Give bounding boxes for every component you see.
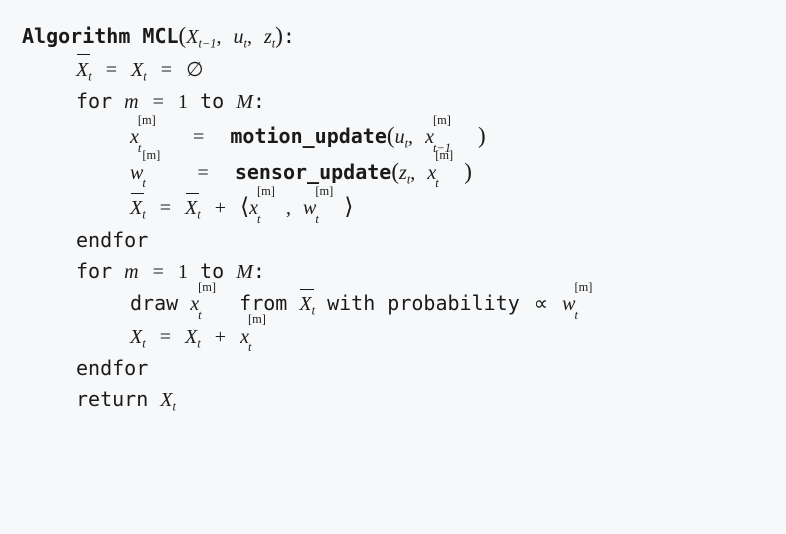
rparen: ) — [464, 159, 472, 184]
w-sub: t — [574, 306, 577, 325]
w-sup: [m] — [142, 146, 160, 165]
rparen: ) — [478, 123, 486, 148]
comma: , — [286, 197, 291, 219]
x-sup: [m] — [257, 182, 275, 201]
kw-endfor: endfor — [76, 228, 148, 252]
lparen: ( — [387, 123, 395, 148]
line-sensor-update: w[m]t = sensor_update(zt, x[m]t) — [22, 154, 764, 190]
x-sub: t — [248, 338, 251, 357]
X2: X — [185, 326, 197, 348]
plus: + — [213, 326, 228, 348]
algo-header: Algorithm MCL(Xt−1, ut, zt): — [22, 18, 764, 54]
x-sup: [m] — [198, 278, 216, 297]
for-loop-1: for m = 1 to M: — [22, 86, 764, 118]
comma: , — [216, 26, 221, 48]
w: w — [562, 293, 575, 315]
Xbar2-sub: t — [197, 208, 200, 222]
eq: = — [151, 261, 166, 283]
colon: : — [283, 24, 295, 48]
var-M: M — [236, 91, 253, 113]
x-sup: [m] — [248, 310, 266, 329]
kw-endfor: endfor — [76, 356, 148, 380]
eq2: = — [159, 59, 174, 81]
kw-return: return — [76, 387, 148, 411]
eq: = — [195, 162, 210, 184]
kw-for: for — [76, 259, 112, 283]
X: X — [160, 389, 172, 411]
colon: : — [253, 89, 265, 113]
kw-draw: draw — [130, 291, 178, 315]
x-sub: t — [435, 174, 438, 193]
x-sup: [m] — [435, 146, 453, 165]
line-draw: draw x[m]t from Xt with probability ∝ w[… — [22, 288, 764, 321]
algo-name: MCL — [142, 24, 178, 48]
fn-motion-update: motion_update — [230, 124, 387, 148]
one: 1 — [178, 91, 188, 113]
x-sub: t — [198, 306, 201, 325]
u: u — [395, 126, 405, 148]
w-sup: [m] — [574, 278, 592, 297]
X-sub: t — [173, 400, 176, 414]
comma: , — [410, 162, 415, 184]
var-m: m — [124, 261, 138, 283]
line-return: return Xt — [22, 384, 764, 417]
plus: + — [213, 197, 228, 219]
for-loop-2: for m = 1 to M: — [22, 256, 764, 288]
endfor-2: endfor — [22, 353, 764, 384]
param-z: z — [264, 26, 272, 48]
colon: : — [253, 259, 265, 283]
kw-to: to — [200, 89, 224, 113]
Xbar-sub: t — [88, 69, 91, 83]
langle: ⟨ — [240, 194, 249, 219]
Xbar: X — [76, 55, 88, 86]
X-sub: t — [143, 69, 146, 83]
Xbar-sub: t — [142, 208, 145, 222]
fn-sensor-update: sensor_update — [235, 160, 392, 184]
var-M: M — [236, 261, 253, 283]
eq: = — [104, 59, 119, 81]
Xbar: X — [130, 193, 142, 224]
line-motion-update: x[m]t = motion_update(ut, x[m]t−1) — [22, 118, 764, 154]
X: X — [131, 59, 143, 81]
eq: = — [158, 197, 173, 219]
w: w — [303, 197, 316, 219]
algorithm-block: Algorithm MCL(Xt−1, ut, zt): Xt = Xt = ∅… — [22, 18, 764, 417]
rparen: ) — [275, 23, 283, 48]
line-init: Xt = Xt = ∅ — [22, 54, 764, 87]
w: w — [130, 162, 143, 184]
param-X: X — [186, 26, 198, 48]
emptyset: ∅ — [186, 59, 203, 81]
z: z — [399, 162, 407, 184]
X: X — [130, 326, 142, 348]
w-sup: [m] — [315, 182, 333, 201]
rangle: ⟩ — [344, 194, 353, 219]
lparen: ( — [391, 159, 399, 184]
eq: = — [158, 326, 173, 348]
line-accumulate-2: Xt = Xt + x[m]t — [22, 321, 764, 354]
Xbar: X — [299, 289, 311, 320]
one: 1 — [178, 261, 188, 283]
endfor-1: endfor — [22, 225, 764, 256]
var-m: m — [124, 91, 138, 113]
line-accumulate: Xt = Xt + ⟨x[m]t, w[m]t⟩ — [22, 189, 764, 225]
param-u: u — [233, 26, 243, 48]
Xbar-sub: t — [312, 303, 315, 317]
eq: = — [191, 126, 206, 148]
x2-sup: [m] — [433, 111, 451, 130]
X-sub: t — [142, 336, 145, 350]
X2-sub: t — [197, 336, 200, 350]
Xbar2: X — [185, 193, 197, 224]
w-sub: t — [315, 210, 318, 229]
x-sub: t — [257, 210, 260, 229]
param-X-sub: t−1 — [198, 36, 216, 50]
kw-for: for — [76, 89, 112, 113]
comma: , — [408, 126, 413, 148]
x-sub: t — [138, 139, 141, 158]
w-sub: t — [142, 174, 145, 193]
kw-algorithm: Algorithm — [22, 24, 130, 48]
comma: , — [247, 26, 252, 48]
kw-with-probability: with probability — [327, 291, 520, 315]
propto: ∝ — [532, 293, 550, 315]
x-sup: [m] — [138, 111, 156, 130]
